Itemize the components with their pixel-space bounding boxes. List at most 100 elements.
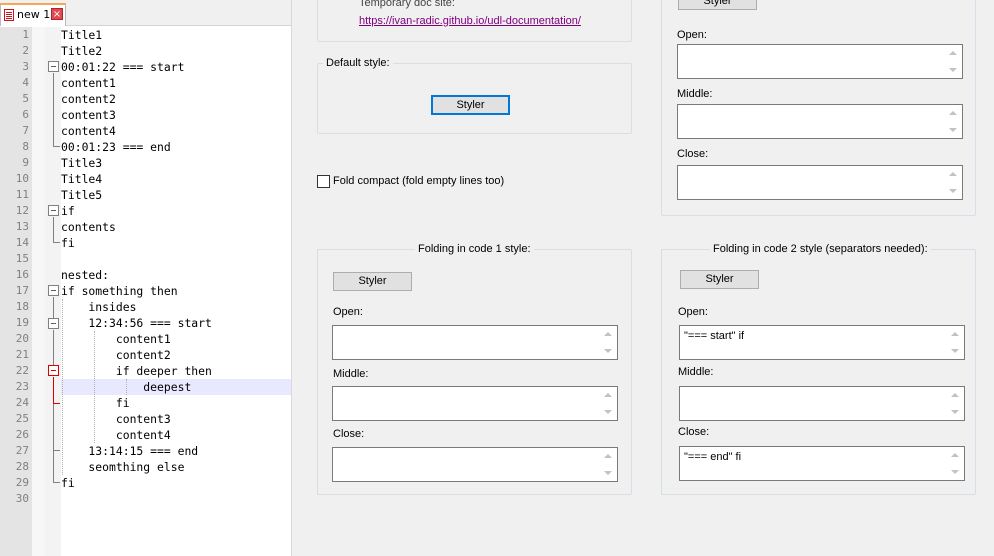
scroll-up-icon[interactable]: [951, 393, 959, 397]
fold-line: [53, 451, 54, 482]
code-line: fi: [61, 476, 75, 490]
code-line: content4: [61, 124, 116, 138]
comment-middle-field[interactable]: [677, 104, 963, 139]
line-number: 29: [15, 476, 29, 489]
line-number: 27: [15, 444, 29, 457]
line-number: 9: [22, 156, 29, 169]
bookmark-margin[interactable]: [32, 27, 45, 556]
scroll-down-icon[interactable]: [951, 470, 959, 474]
documentation-group: Temporary doc site: https://ivan-radic.g…: [317, 0, 632, 42]
middle-label: Middle:: [678, 366, 714, 378]
code1-styler-button[interactable]: Styler: [333, 272, 412, 291]
code-line: insides: [61, 300, 137, 314]
code2-style-group: Folding in code 2 style (separators need…: [661, 243, 976, 495]
scroll-down-icon[interactable]: [949, 128, 957, 132]
scroll-down-icon[interactable]: [604, 349, 612, 353]
line-number: 11: [15, 188, 29, 201]
scroll-up-icon[interactable]: [949, 172, 957, 176]
scrollbar[interactable]: [946, 106, 961, 137]
fold-compact-label[interactable]: Fold compact (fold empty lines too): [333, 175, 504, 187]
code-line: content1: [61, 332, 171, 346]
scrollbar[interactable]: [946, 46, 961, 77]
scroll-down-icon[interactable]: [604, 471, 612, 475]
code2-styler-button[interactable]: Styler: [680, 270, 759, 289]
comment-close-field[interactable]: [677, 165, 963, 200]
scroll-up-icon[interactable]: [951, 332, 959, 336]
fold-compact-checkbox[interactable]: [317, 175, 330, 188]
line-number: 7: [22, 124, 29, 137]
scroll-down-icon[interactable]: [951, 349, 959, 353]
scrollbar[interactable]: [601, 388, 616, 419]
fold-toggle-icon[interactable]: [48, 205, 59, 216]
code1-open-field[interactable]: [332, 325, 618, 360]
indent-guide: [126, 379, 127, 395]
code1-style-group: Folding in code 1 style: Styler Open: Mi…: [317, 243, 632, 495]
code2-open-field[interactable]: "=== start" if: [679, 325, 965, 360]
code2-middle-field[interactable]: [679, 386, 965, 421]
line-number: 5: [22, 92, 29, 105]
code-line: Title4: [61, 172, 103, 186]
scroll-down-icon[interactable]: [951, 410, 959, 414]
scroll-up-icon[interactable]: [604, 332, 612, 336]
line-number: 8: [22, 140, 29, 153]
scrollbar[interactable]: [948, 327, 963, 358]
code-line: if something then: [61, 284, 178, 298]
code-line: fi: [61, 236, 75, 250]
middle-label: Middle:: [677, 88, 713, 100]
close-label: Close:: [677, 148, 709, 160]
comment-styler-button[interactable]: Styler: [678, 0, 757, 10]
scroll-up-icon[interactable]: [949, 111, 957, 115]
code2-close-field[interactable]: "=== end" fi: [679, 446, 965, 481]
scrollbar[interactable]: [601, 327, 616, 358]
code-line: content2: [61, 348, 171, 362]
doc-link[interactable]: https://ivan-radic.github.io/udl-documen…: [359, 15, 581, 27]
middle-label: Middle:: [333, 368, 369, 380]
code-line: Title2: [61, 44, 103, 58]
group-title: Default style:: [323, 57, 393, 69]
code-line: content3: [61, 412, 171, 426]
scrollbar[interactable]: [948, 448, 963, 479]
fold-end-marker-active: [53, 403, 60, 404]
close-icon[interactable]: ×: [51, 8, 63, 20]
code1-close-field[interactable]: [332, 447, 618, 482]
fold-toggle-icon-active[interactable]: [48, 365, 59, 376]
default-styler-button[interactable]: Styler: [431, 95, 510, 115]
comment-open-field[interactable]: [677, 44, 963, 79]
line-number: 17: [15, 284, 29, 297]
tab-label: new 1: [17, 8, 51, 21]
line-number: 3: [22, 60, 29, 73]
scrollbar[interactable]: [946, 167, 961, 198]
code-line: nested:: [61, 268, 110, 282]
code-line: seomthing else: [61, 460, 185, 474]
code-line: contents: [61, 220, 116, 234]
code-line: fi: [61, 396, 130, 410]
line-number: 2: [22, 44, 29, 57]
scroll-up-icon[interactable]: [604, 454, 612, 458]
doc-site-label: Temporary doc site:: [359, 0, 455, 9]
close-label: Close:: [333, 428, 365, 440]
fold-line: [53, 217, 54, 242]
code-line: if: [61, 204, 75, 218]
code1-middle-field[interactable]: [332, 386, 618, 421]
scrollbar[interactable]: [601, 449, 616, 480]
scrollbar[interactable]: [948, 388, 963, 419]
tab-bar: new 1 ×: [0, 0, 291, 26]
scroll-up-icon[interactable]: [604, 393, 612, 397]
scroll-down-icon[interactable]: [949, 189, 957, 193]
code-line: if deeper then: [61, 364, 212, 378]
fold-toggle-icon[interactable]: [48, 318, 59, 329]
tab-new-1[interactable]: new 1 ×: [0, 3, 66, 26]
line-number: 23: [15, 380, 29, 393]
editor-pane: new 1 × 1 2 3 4 5 6 7 8 9 10 11 12 13 14…: [0, 0, 291, 556]
scroll-up-icon[interactable]: [951, 453, 959, 457]
fold-toggle-icon[interactable]: [48, 285, 59, 296]
scroll-up-icon[interactable]: [949, 51, 957, 55]
code-line: content1: [61, 76, 116, 90]
scroll-down-icon[interactable]: [604, 410, 612, 414]
line-number: 1: [22, 28, 29, 41]
fold-toggle-icon[interactable]: [48, 61, 59, 72]
comment-style-group: Styler Open: Middle: Close:: [661, 0, 976, 216]
code-line: 00:01:22 === start: [61, 60, 185, 74]
line-number: 19: [15, 316, 29, 329]
scroll-down-icon[interactable]: [949, 68, 957, 72]
